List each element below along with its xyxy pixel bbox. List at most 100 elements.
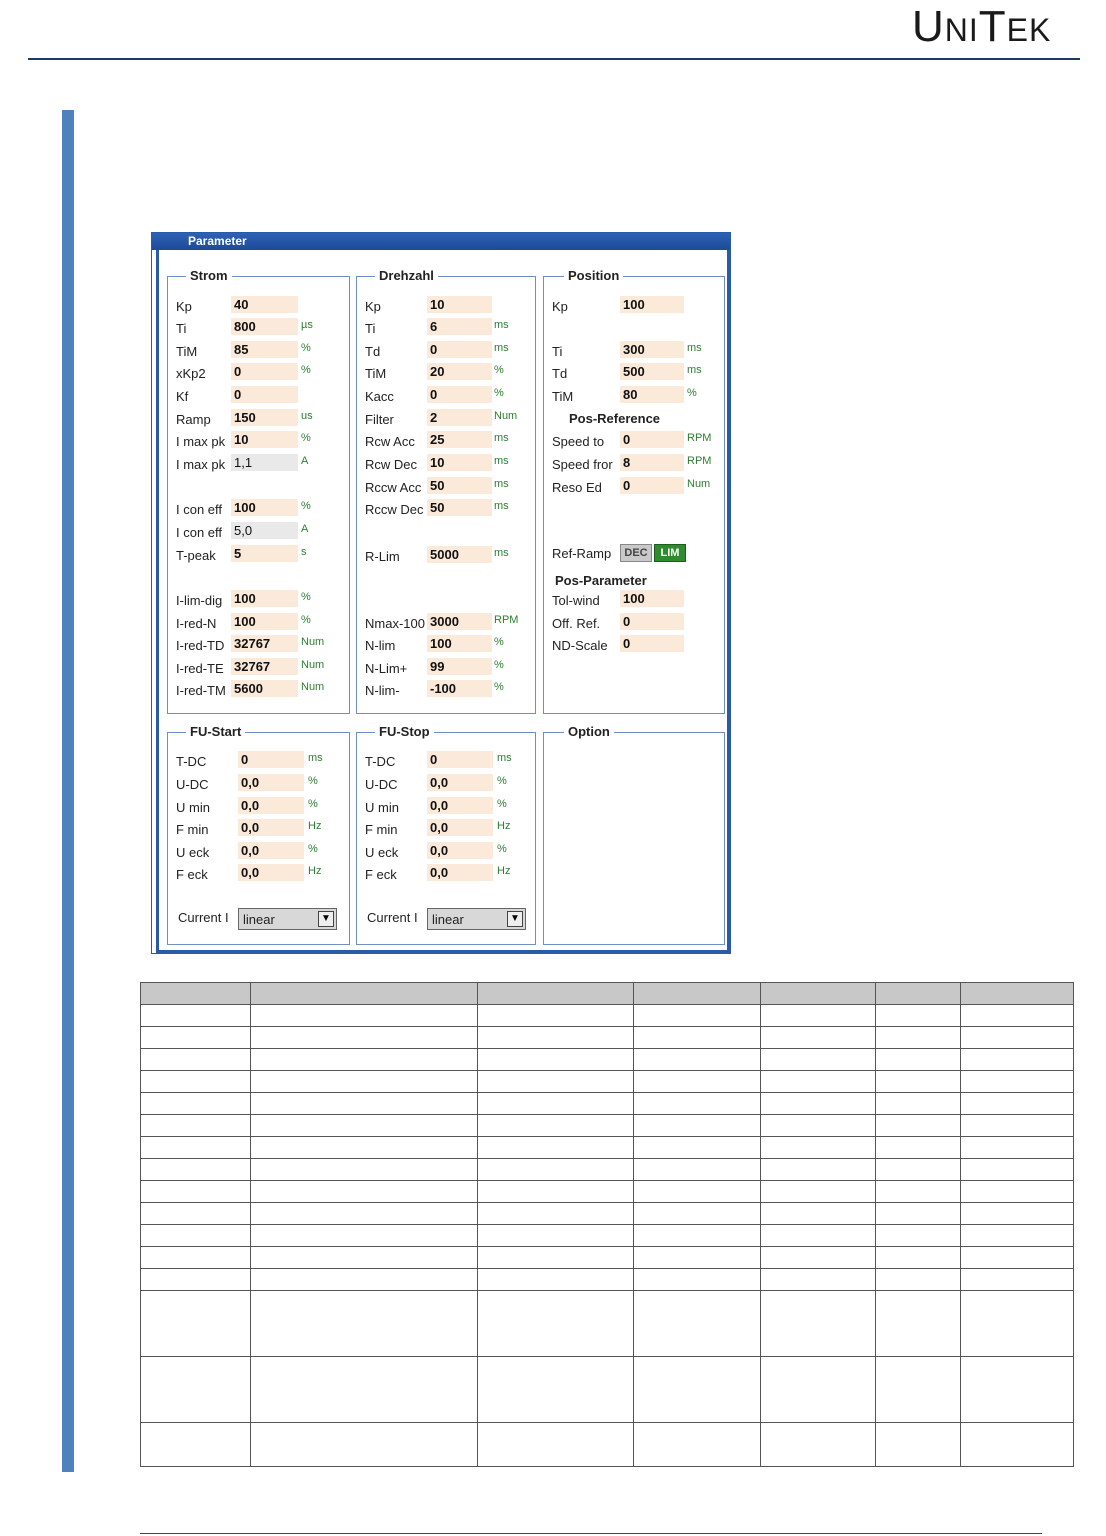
- table-row: [140, 1004, 1074, 1027]
- param-value-field[interactable]: 0,0: [427, 864, 493, 881]
- param-unit: %: [497, 843, 507, 855]
- table-cell: [140, 1070, 251, 1093]
- param-value-field[interactable]: 0: [620, 431, 684, 448]
- param-value-field[interactable]: 0: [231, 363, 298, 380]
- param-value-field[interactable]: 5000: [427, 546, 492, 563]
- param-value-field[interactable]: 0: [231, 386, 298, 403]
- param-value-field[interactable]: 10: [427, 296, 492, 313]
- param-value-field[interactable]: 8: [620, 454, 684, 471]
- param-label: Kp: [365, 299, 381, 314]
- param-unit: ms: [687, 342, 702, 354]
- param-row: U eck 0,0%: [168, 842, 349, 862]
- param-value-field[interactable]: 300: [620, 341, 684, 358]
- unitek-logo: UNITEK: [912, 2, 1052, 51]
- param-label: Nmax-100: [365, 616, 425, 631]
- param-value-field[interactable]: 10: [231, 431, 298, 448]
- param-value-field[interactable]: 50: [427, 477, 492, 494]
- table-cell: [477, 1048, 634, 1071]
- param-value-field[interactable]: 50: [427, 499, 492, 516]
- param-value-field[interactable]: 0: [427, 751, 493, 768]
- param-label: ND-Scale: [552, 638, 608, 653]
- current-mode-value: linear: [432, 912, 464, 927]
- lim-button[interactable]: LIM: [654, 544, 686, 562]
- current-mode-value: linear: [243, 912, 275, 927]
- pos-parameter-heading: Pos-Parameter: [555, 573, 647, 588]
- param-label: Ti: [176, 321, 187, 336]
- param-row: I-lim-dig 100%: [168, 590, 349, 610]
- param-value-field[interactable]: 1,1: [231, 454, 298, 471]
- param-value-field[interactable]: 0: [238, 751, 304, 768]
- param-value-field[interactable]: 0,0: [427, 842, 493, 859]
- param-value-field[interactable]: 6: [427, 318, 492, 335]
- param-value-field[interactable]: 40: [231, 296, 298, 313]
- param-value-field[interactable]: 5,0: [231, 522, 298, 539]
- param-value-field[interactable]: 85: [231, 341, 298, 358]
- param-label: F eck: [365, 867, 397, 882]
- param-value-field[interactable]: -100: [427, 680, 492, 697]
- param-value-field[interactable]: 0,0: [427, 774, 493, 791]
- param-unit: Hz: [497, 865, 511, 877]
- param-value-field[interactable]: 100: [620, 590, 684, 607]
- table-header-cell: [140, 982, 251, 1005]
- param-row: Ti 800 µs: [168, 318, 349, 338]
- param-value-field[interactable]: 32767: [231, 658, 298, 675]
- param-value-field[interactable]: 32767: [231, 635, 298, 652]
- table-cell: [477, 1180, 634, 1203]
- param-value-field[interactable]: 0: [620, 635, 684, 652]
- param-value-field[interactable]: 2: [427, 409, 492, 426]
- param-value-field[interactable]: 800: [231, 318, 298, 335]
- param-unit: Hz: [308, 865, 322, 877]
- param-value-field[interactable]: 0: [620, 477, 684, 494]
- table-cell: [633, 1158, 761, 1181]
- param-row: Kp 40: [168, 296, 349, 316]
- param-value-field[interactable]: 0,0: [238, 819, 304, 836]
- table-cell: [760, 1136, 876, 1159]
- param-value-field[interactable]: 100: [231, 613, 298, 630]
- param-row: Reso Ed 0 Num: [544, 477, 724, 497]
- param-value-field[interactable]: 5600: [231, 680, 298, 697]
- param-label: Ti: [552, 344, 563, 359]
- param-value-field[interactable]: 0,0: [238, 797, 304, 814]
- table-cell: [875, 1224, 961, 1247]
- table-cell: [250, 1180, 478, 1203]
- group-fu-stop: FU-Stop T-DC 0 ms U-DC 0,0% U min 0,0% F min 0,0…: [356, 725, 536, 945]
- table-cell: [250, 1136, 478, 1159]
- param-value-field[interactable]: 100: [620, 296, 684, 313]
- current-mode-select[interactable]: linear ▼: [238, 908, 337, 930]
- param-label: xKp2: [176, 366, 206, 381]
- param-value-field[interactable]: 0,0: [238, 842, 304, 859]
- footer-rule: [140, 1533, 1042, 1534]
- param-value-field[interactable]: 150: [231, 409, 298, 426]
- param-label: Kf: [176, 389, 189, 404]
- table-cell: [140, 1136, 251, 1159]
- param-unit: RPM: [687, 432, 712, 444]
- param-row: I-red-TM 5600 Num: [168, 680, 349, 700]
- param-value-field[interactable]: 0: [620, 613, 684, 630]
- chevron-down-icon[interactable]: ▼: [507, 911, 523, 927]
- param-value-field[interactable]: 0,0: [238, 774, 304, 791]
- current-mode-label: Current I: [178, 910, 229, 925]
- param-value-field[interactable]: 100: [427, 635, 492, 652]
- dec-button[interactable]: DEC: [620, 544, 652, 562]
- param-value-field[interactable]: 0,0: [427, 797, 493, 814]
- table-cell: [633, 1180, 761, 1203]
- param-value-field[interactable]: 0: [427, 341, 492, 358]
- param-label: F min: [176, 822, 209, 837]
- param-value-field[interactable]: 0,0: [238, 864, 304, 881]
- param-value-field[interactable]: 3000: [427, 613, 492, 630]
- param-value-field[interactable]: 25: [427, 431, 492, 448]
- table-cell: [250, 1092, 478, 1115]
- chevron-down-icon[interactable]: ▼: [318, 911, 334, 927]
- param-value-field[interactable]: 80: [620, 386, 684, 403]
- current-mode-select[interactable]: linear ▼: [427, 908, 526, 930]
- param-value-field[interactable]: 99: [427, 658, 492, 675]
- param-value-field[interactable]: 10: [427, 454, 492, 471]
- param-value-field[interactable]: 0,0: [427, 819, 493, 836]
- param-value-field[interactable]: 100: [231, 499, 298, 516]
- param-value-field[interactable]: 5: [231, 545, 298, 562]
- param-value-field[interactable]: 0: [427, 386, 492, 403]
- param-value-field[interactable]: 20: [427, 363, 492, 380]
- param-value-field[interactable]: 100: [231, 590, 298, 607]
- param-value-field[interactable]: 500: [620, 363, 684, 380]
- table-cell: [633, 1356, 761, 1423]
